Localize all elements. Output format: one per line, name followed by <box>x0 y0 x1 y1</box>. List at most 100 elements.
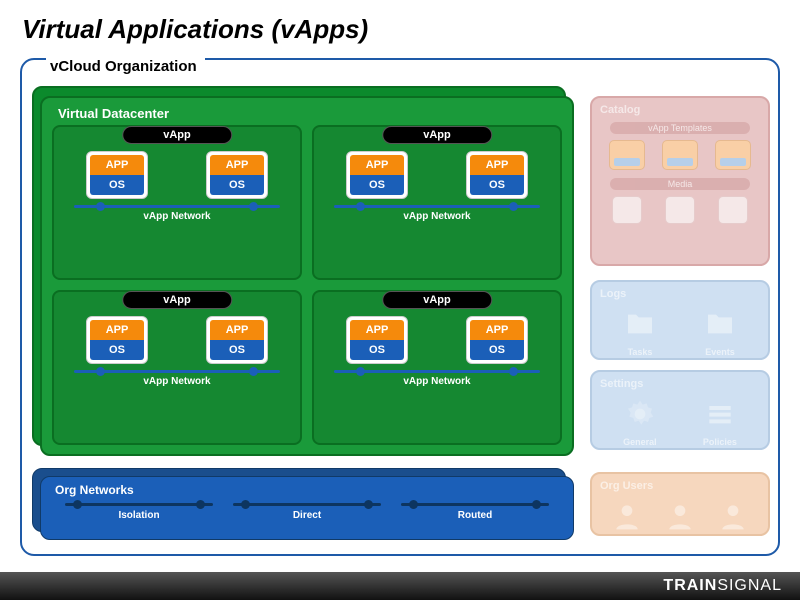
vapp-network: vApp Network <box>322 205 552 222</box>
media-label: Media <box>610 178 750 190</box>
vm: APPOS <box>466 151 528 199</box>
tasks-label: Tasks <box>624 347 656 357</box>
logs-title: Logs <box>600 288 760 300</box>
network-line-icon <box>65 503 213 506</box>
org-users-panel: Org Users <box>590 472 770 536</box>
vapp-network-label: vApp Network <box>322 211 552 222</box>
network-node-icon <box>509 202 518 211</box>
vapps-grid: vApp APPOS APPOS vApp Network vApp APPOS… <box>52 125 562 445</box>
network-node-icon <box>532 500 541 509</box>
network-node-icon <box>409 500 418 509</box>
vm: APPOS <box>206 316 268 364</box>
general-label: General <box>623 437 657 447</box>
disc-icon <box>612 196 642 224</box>
org-networks: Org Networks Isolation Direct Routed <box>40 476 574 540</box>
vcloud-organization-label: vCloud Organization <box>46 58 205 75</box>
settings-panel: Settings General Policies <box>590 370 770 450</box>
vapp-label: vApp <box>382 291 492 309</box>
policies-label: Policies <box>703 437 737 447</box>
vm-row: APPOS APPOS <box>62 316 292 364</box>
vapp-network: vApp Network <box>322 370 552 387</box>
events-label: Events <box>704 347 736 357</box>
org-network-type-label: Routed <box>391 510 559 521</box>
vm-app-label: APP <box>90 155 144 175</box>
org-network-type-label: Isolation <box>55 510 223 521</box>
network-node-icon <box>196 500 205 509</box>
vapp-template-icon <box>662 140 698 170</box>
vapp-network: vApp Network <box>62 205 292 222</box>
stack-icon <box>704 398 736 426</box>
floppy-icon <box>718 196 748 224</box>
brand-part-b: SIGNAL <box>717 577 782 594</box>
page-title: Virtual Applications (vApps) <box>0 0 800 53</box>
vapp-label: vApp <box>122 291 232 309</box>
vapp-templates-label: vApp Templates <box>610 122 750 134</box>
general-item: General <box>623 398 657 447</box>
network-node-icon <box>241 500 250 509</box>
org-network-type-label: Direct <box>223 510 391 521</box>
folder-icon <box>624 308 656 336</box>
vm-app-label: APP <box>470 320 524 340</box>
network-node-icon <box>509 367 518 376</box>
vm-app-label: APP <box>470 155 524 175</box>
footer-brand: TRAINSIGNAL <box>0 572 800 600</box>
user-icon <box>717 500 749 528</box>
vm-os-label: OS <box>90 175 144 195</box>
events-item: Events <box>704 308 736 357</box>
network-line-icon <box>401 503 549 506</box>
policies-item: Policies <box>703 398 737 447</box>
network-node-icon <box>96 202 105 211</box>
network-node-icon <box>249 202 258 211</box>
disc-icon <box>665 196 695 224</box>
vm-app-label: APP <box>210 155 264 175</box>
gear-icon <box>624 398 656 426</box>
vapp-box: vApp APPOS APPOS vApp Network <box>52 125 302 280</box>
org-network-segment: Routed <box>391 503 559 521</box>
vapp-template-icon <box>715 140 751 170</box>
network-line-icon <box>74 370 280 373</box>
vm-row: APPOS APPOS <box>62 151 292 199</box>
settings-icons: General Policies <box>600 398 760 447</box>
vapp-label: vApp <box>122 126 232 144</box>
template-row <box>600 140 760 170</box>
vm: APPOS <box>346 316 408 364</box>
folder-icon <box>704 308 736 336</box>
vm-row: APPOS APPOS <box>322 316 552 364</box>
network-node-icon <box>356 202 365 211</box>
logs-panel: Logs Tasks Events <box>590 280 770 360</box>
brand-part-a: TRAIN <box>663 577 717 594</box>
vm-os-label: OS <box>470 340 524 360</box>
vm-os-label: OS <box>90 340 144 360</box>
org-users-title: Org Users <box>600 480 760 492</box>
vm-os-label: OS <box>210 340 264 360</box>
vm: APPOS <box>466 316 528 364</box>
org-network-segment: Isolation <box>55 503 223 521</box>
network-node-icon <box>364 500 373 509</box>
vapp-network-label: vApp Network <box>322 376 552 387</box>
vapp-box: vApp APPOS APPOS vApp Network <box>52 290 302 445</box>
vm: APPOS <box>346 151 408 199</box>
vm-os-label: OS <box>350 175 404 195</box>
vm-app-label: APP <box>210 320 264 340</box>
network-line-icon <box>334 370 540 373</box>
network-node-icon <box>356 367 365 376</box>
network-node-icon <box>73 500 82 509</box>
vm-app-label: APP <box>90 320 144 340</box>
logs-icons: Tasks Events <box>600 308 760 357</box>
vapp-network: vApp Network <box>62 370 292 387</box>
vm-app-label: APP <box>350 320 404 340</box>
vm-app-label: APP <box>350 155 404 175</box>
catalog-panel: Catalog vApp Templates Media <box>590 96 770 266</box>
catalog-title: Catalog <box>600 104 760 116</box>
vm-os-label: OS <box>350 340 404 360</box>
network-line-icon <box>334 205 540 208</box>
slide: Virtual Applications (vApps) vCloud Orga… <box>0 0 800 600</box>
vm: APPOS <box>86 151 148 199</box>
media-row <box>600 196 760 224</box>
org-network-segment: Direct <box>223 503 391 521</box>
org-users-icons <box>600 500 760 528</box>
vm-row: APPOS APPOS <box>322 151 552 199</box>
settings-title: Settings <box>600 378 760 390</box>
vapp-template-icon <box>609 140 645 170</box>
virtual-datacenter-title: Virtual Datacenter <box>58 106 562 121</box>
